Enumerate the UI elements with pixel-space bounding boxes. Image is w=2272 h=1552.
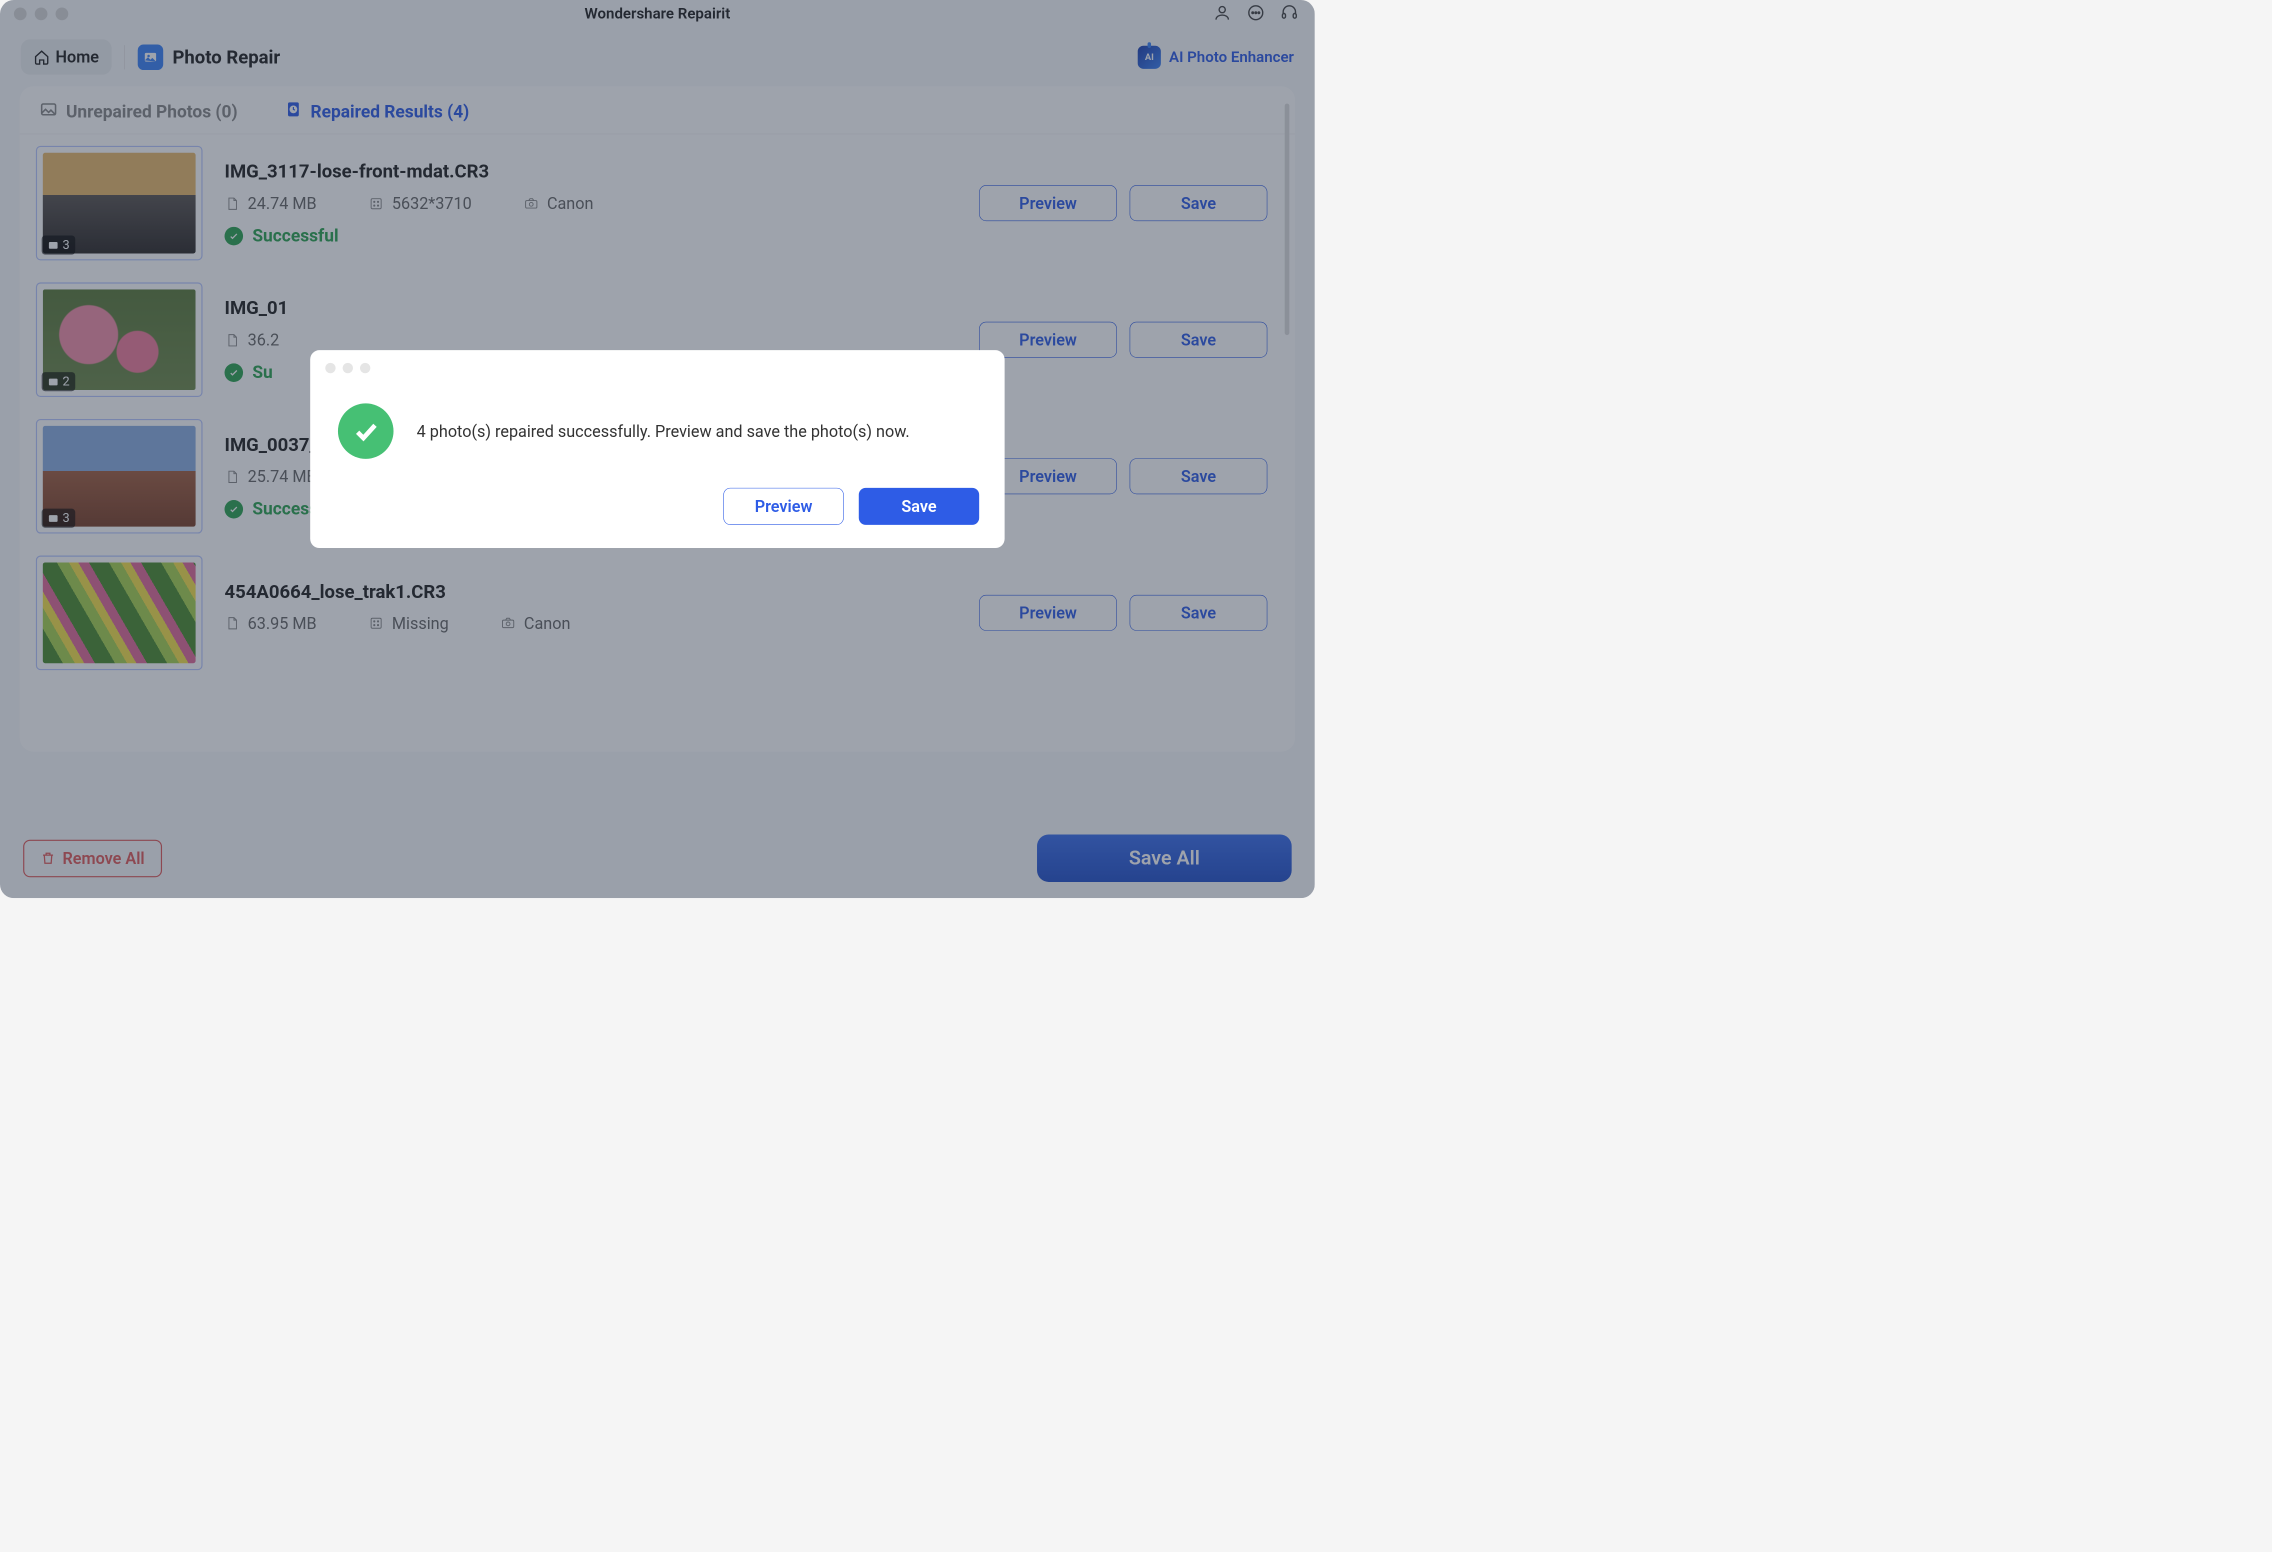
dialog-window-controls xyxy=(310,350,1004,386)
dialog-preview-button[interactable]: Preview xyxy=(723,488,843,525)
dialog-close-control[interactable] xyxy=(325,363,335,373)
dialog-minimize-control[interactable] xyxy=(343,363,353,373)
dialog-actions: Preview Save xyxy=(310,488,1004,525)
dialog-save-button[interactable]: Save xyxy=(859,488,979,525)
modal-overlay: 4 photo(s) repaired successfully. Previe… xyxy=(0,0,1315,898)
app-window: Wondershare Repairit Home Photo Repair A… xyxy=(0,0,1315,898)
dialog-message: 4 photo(s) repaired successfully. Previe… xyxy=(417,422,910,441)
dialog-zoom-control[interactable] xyxy=(360,363,370,373)
success-dialog: 4 photo(s) repaired successfully. Previe… xyxy=(310,350,1004,548)
success-check-icon xyxy=(338,403,394,459)
dialog-body: 4 photo(s) repaired successfully. Previe… xyxy=(310,386,1004,488)
